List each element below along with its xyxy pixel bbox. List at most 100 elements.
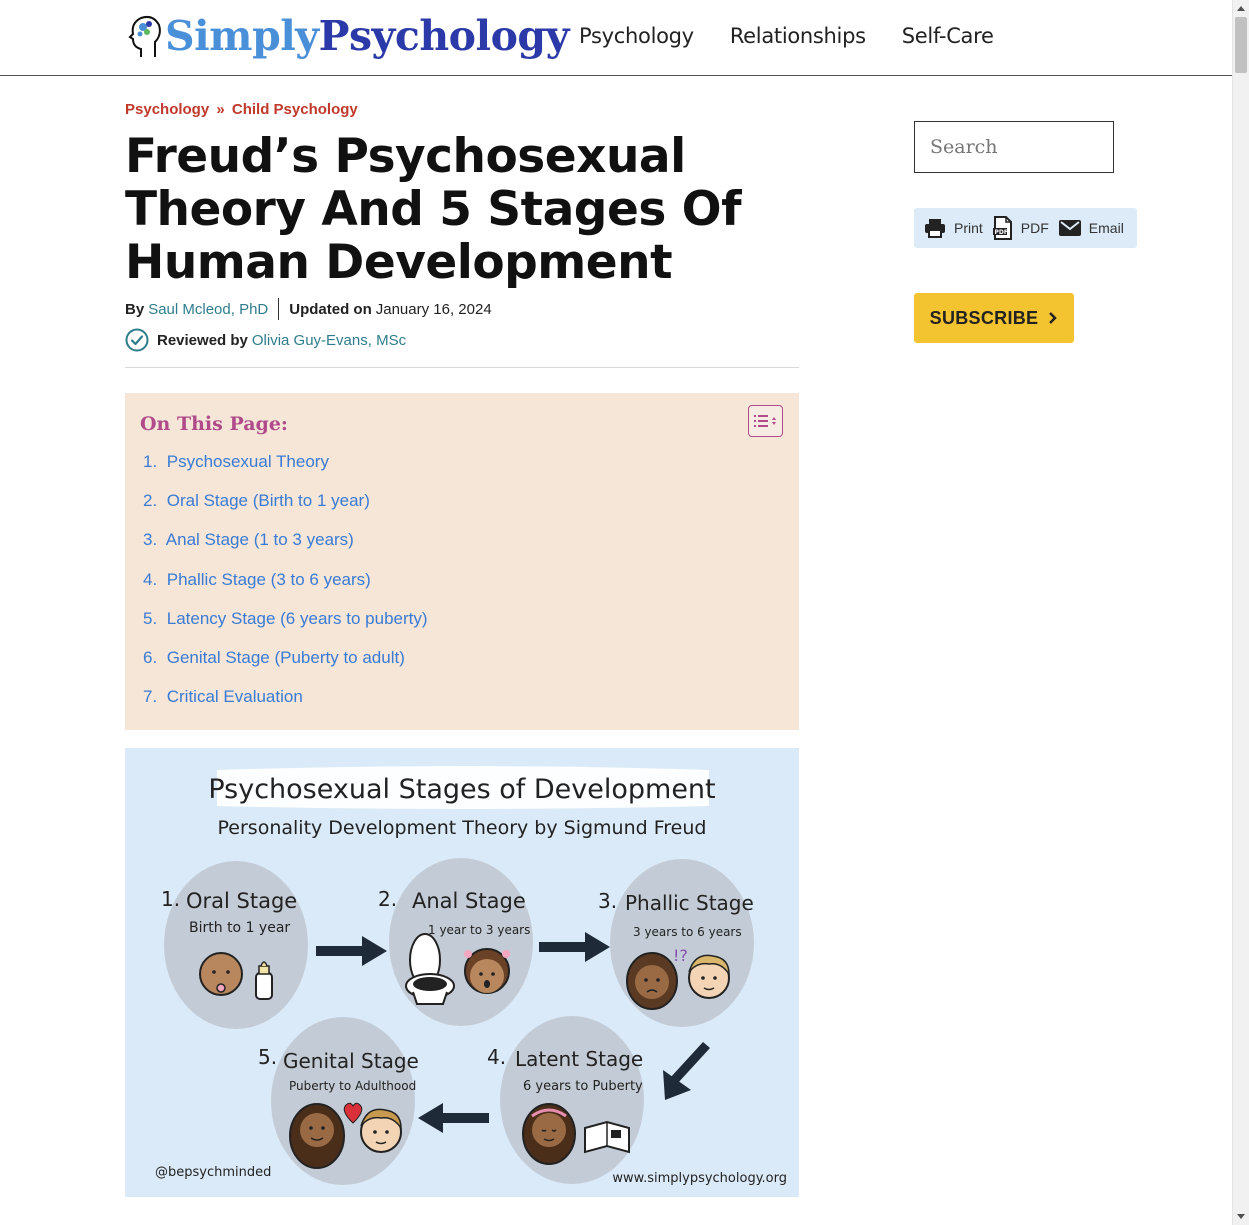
baby-bottle-icon <box>255 961 273 1000</box>
toc-item[interactable]: 4. Phallic Stage (3 to 6 years) <box>143 570 428 609</box>
updated-date: January 16, 2024 <box>375 300 492 318</box>
toc-item-number: 1. <box>143 452 158 471</box>
stage-4-name: Latent Stage <box>515 1047 643 1071</box>
breadcrumb: Psychology » Child Psychology <box>125 101 358 118</box>
stage-5-number: 5. <box>258 1045 277 1069</box>
table-of-contents: On This Page: 1. Psychosexual Theory 2. … <box>125 393 799 730</box>
print-label: Print <box>954 220 983 236</box>
toc-item-number: 2. <box>143 491 158 511</box>
stage-4-number: 4. <box>487 1045 506 1069</box>
stage-2-name: Anal Stage <box>412 889 526 913</box>
arrow-right-icon <box>539 932 610 962</box>
boy-face-icon <box>688 954 730 999</box>
stage-2-number: 2. <box>378 887 397 911</box>
stage-5-name: Genital Stage <box>283 1049 419 1073</box>
page-title: Freud’s Psychosexual Theory And 5 Stages… <box>125 129 742 290</box>
list-toggle-icon <box>753 415 776 427</box>
stage-4-age: 6 years to Puberty <box>523 1079 643 1094</box>
exclaim-text: !? <box>673 946 688 965</box>
toc-item-number: 3. <box>143 530 158 550</box>
header-divider <box>125 367 799 368</box>
breadcrumb-psychology[interactable]: Psychology <box>125 101 209 118</box>
nav-relationships[interactable]: Relationships <box>730 24 866 48</box>
stage-3-age: 3 years to 6 years <box>633 925 742 939</box>
email-button[interactable]: Email <box>1058 220 1124 236</box>
stage-2-age: 1 year to 3 years <box>428 923 530 937</box>
toc-link-critical-evaluation[interactable]: Critical Evaluation <box>167 687 303 706</box>
stage-1-name: Oral Stage <box>186 889 297 913</box>
head-logo-icon <box>128 15 161 57</box>
check-circle-icon <box>125 328 149 352</box>
toc-title: On This Page: <box>140 413 288 435</box>
arrow-down-left-icon <box>663 1042 710 1100</box>
scroll-thumb[interactable] <box>1235 17 1247 73</box>
infographic-image: Psychosexual Stages of Development Perso… <box>155 766 787 1186</box>
byline-divider <box>278 298 280 320</box>
chevron-right-icon <box>1049 312 1058 324</box>
scroll-up-arrow-icon[interactable] <box>1237 6 1245 11</box>
toc-item-number: 6. <box>143 647 158 667</box>
print-button[interactable]: Print <box>924 218 983 238</box>
arrow-right-icon <box>316 936 387 966</box>
reviewed-label: Reviewed by <box>157 331 248 349</box>
subscribe-button[interactable]: SUBSCRIBE <box>914 293 1074 343</box>
share-bar: Print PDF PDF Email <box>914 208 1137 248</box>
logo-psychology-text: Psychology <box>318 11 570 60</box>
pdf-file-icon: PDF <box>992 216 1012 240</box>
infographic-subtitle: Personality Development Theory by Sigmun… <box>218 817 707 839</box>
logo-simply-text: Simply <box>165 11 319 60</box>
stage-5-age: Puberty to Adulthood <box>289 1079 416 1093</box>
subscribe-label: SUBSCRIBE <box>929 307 1039 328</box>
credit-left: @bepsychminded <box>155 1165 271 1180</box>
stage-1-age: Birth to 1 year <box>189 920 290 936</box>
reviewed-by: Reviewed by Olivia Guy-Evans, MSc <box>125 328 406 352</box>
toc-link-latency-stage[interactable]: Latency Stage (6 years to puberty) <box>167 609 428 628</box>
breadcrumb-separator: » <box>216 101 225 118</box>
toc-item[interactable]: 7. Critical Evaluation <box>143 687 428 726</box>
toc-item[interactable]: 6. Genital Stage (Puberty to adult) <box>143 648 428 687</box>
printer-icon <box>925 219 945 238</box>
toc-item[interactable]: 1. Psychosexual Theory <box>143 452 428 491</box>
credit-right: www.simplypsychology.org <box>612 1171 787 1186</box>
toc-link-genital-stage[interactable]: Genital Stage (Puberty to adult) <box>167 648 405 667</box>
by-label: By <box>125 300 145 318</box>
breadcrumb-child-psychology[interactable]: Child Psychology <box>232 101 358 118</box>
toc-item[interactable]: 3. Anal Stage (1 to 3 years) <box>143 530 428 569</box>
reviewer-link[interactable]: Olivia Guy-Evans, MSc <box>252 332 406 349</box>
toc-item-number: 5. <box>143 608 158 628</box>
site-logo[interactable]: SimplyPsychology <box>127 12 569 60</box>
girl-face-icon <box>626 952 678 1010</box>
svg-text:PDF: PDF <box>994 229 1007 236</box>
toc-toggle-button[interactable] <box>748 405 783 437</box>
pdf-label: PDF <box>1020 220 1049 236</box>
nav-self-care[interactable]: Self-Care <box>902 24 994 48</box>
woman-face-icon <box>289 1103 345 1169</box>
vertical-scrollbar[interactable] <box>1232 0 1249 1225</box>
updated-label: Updated on <box>289 300 372 318</box>
stage-1-number: 1. <box>161 887 180 911</box>
toc-item[interactable]: 5. Latency Stage (6 years to puberty) <box>143 609 428 648</box>
toc-link-anal-stage[interactable]: Anal Stage (1 to 3 years) <box>166 530 354 549</box>
stage-3-name: Phallic Stage <box>625 891 754 915</box>
toc-list: 1. Psychosexual Theory 2. Oral Stage (Bi… <box>143 452 428 726</box>
toc-link-phallic-stage[interactable]: Phallic Stage (3 to 6 years) <box>167 570 371 589</box>
envelope-icon <box>1058 220 1081 236</box>
pdf-button[interactable]: PDF PDF <box>992 216 1049 240</box>
nav-psychology[interactable]: Psychology <box>579 24 694 48</box>
search-input[interactable] <box>914 121 1114 173</box>
arrow-left-icon <box>418 1103 489 1133</box>
author-link[interactable]: Saul Mcleod, PhD <box>148 301 268 318</box>
toc-link-oral-stage[interactable]: Oral Stage (Birth to 1 year) <box>167 491 370 510</box>
toc-item-number: 4. <box>143 569 158 589</box>
byline: By Saul Mcleod, PhD Updated on January 1… <box>125 298 492 320</box>
girl-reading-icon <box>522 1103 576 1165</box>
infographic-title: Psychosexual Stages of Development <box>208 774 715 805</box>
psychosexual-stages-infographic: Psychosexual Stages of Development Perso… <box>125 748 799 1197</box>
site-header: SimplyPsychology Psychology Relationship… <box>0 0 1232 76</box>
toc-link-psychosexual-theory[interactable]: Psychosexual Theory <box>167 452 329 471</box>
man-face-icon <box>360 1108 402 1153</box>
toc-item[interactable]: 2. Oral Stage (Birth to 1 year) <box>143 491 428 530</box>
email-label: Email <box>1088 220 1124 236</box>
child-face-icon <box>464 948 510 994</box>
scroll-down-arrow-icon[interactable] <box>1237 1214 1245 1219</box>
